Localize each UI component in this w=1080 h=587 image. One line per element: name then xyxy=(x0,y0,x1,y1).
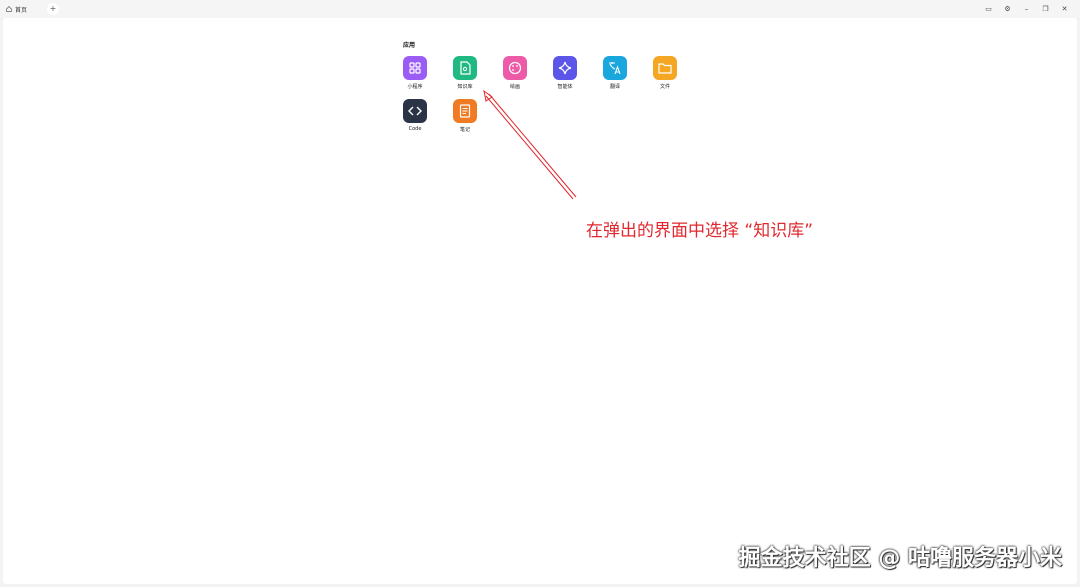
annotation-arrow xyxy=(483,89,577,200)
annotation-text: 在弹出的界面中选择 “知识库” xyxy=(586,221,814,241)
watermark-text: 掘金技术社区 @ 咕噜服务器小米 xyxy=(738,546,1062,571)
